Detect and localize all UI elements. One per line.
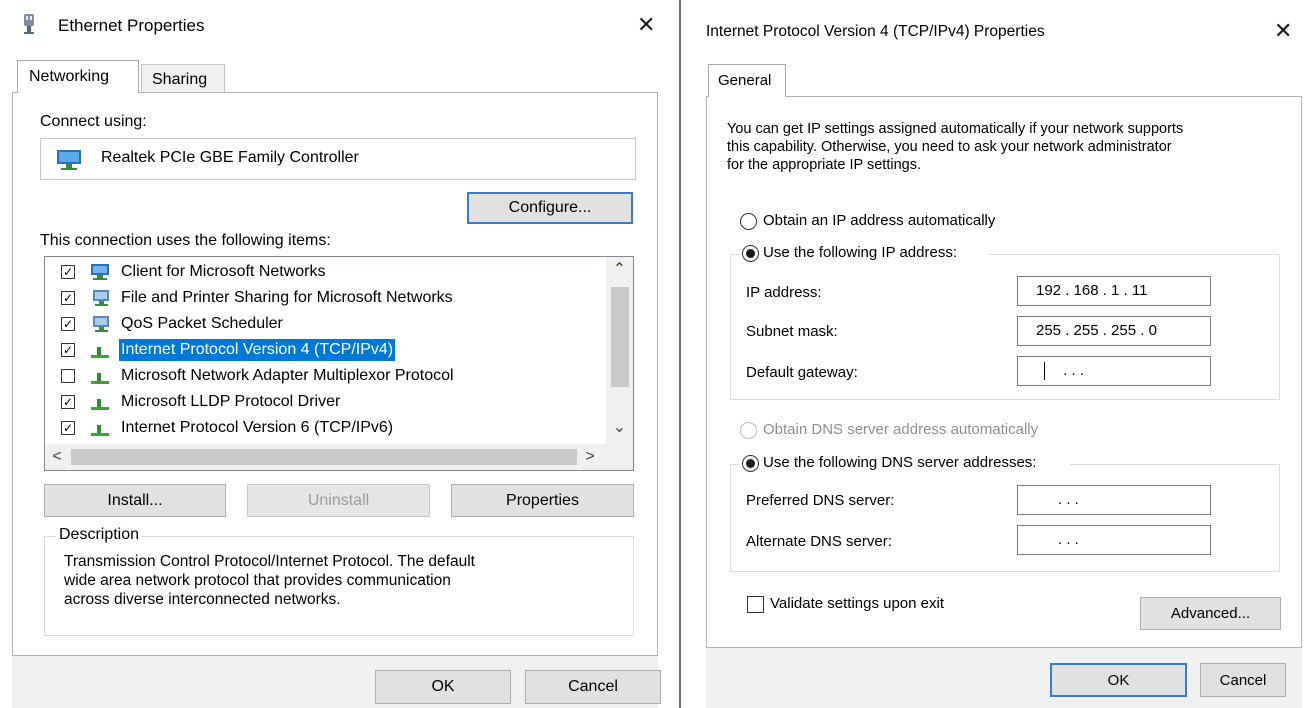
list-item[interactable]: ✓ QoS Packet Scheduler [45, 311, 605, 337]
item-checkbox[interactable] [61, 369, 75, 383]
validate-label: Validate settings upon exit [770, 595, 945, 612]
network-client-icon [91, 264, 109, 280]
use-dns-label: Use the following DNS server addresses: [763, 454, 1037, 471]
ip-address-input[interactable]: 192 . 168 . 1 . 11 [1017, 276, 1211, 306]
cancel-button[interactable]: Cancel [525, 670, 661, 704]
list-item[interactable]: Microsoft Network Adapter Multiplexor Pr… [45, 363, 605, 389]
network-service-icon [93, 316, 109, 332]
uninstall-button[interactable]: Uninstall [247, 484, 430, 517]
close-icon[interactable]: ✕ [1274, 20, 1292, 42]
protocol-icon [91, 373, 109, 384]
ethernet-adapter-icon [24, 14, 34, 34]
install-button[interactable]: Install... [44, 484, 226, 517]
item-label: Microsoft LLDP Protocol Driver [121, 393, 341, 410]
scroll-thumb-vertical[interactable] [611, 287, 629, 387]
description-line-3: across diverse interconnected networks. [64, 591, 341, 608]
ethernet-properties-dialog: Ethernet Properties ✕ Networking Sharing… [0, 0, 676, 708]
description-legend: Description [56, 525, 143, 545]
network-service-icon [93, 290, 109, 306]
item-label: Internet Protocol Version 6 (TCP/IPv6) [121, 419, 394, 436]
item-label: Client for Microsoft Networks [121, 263, 326, 280]
list-item[interactable]: ✓ Client for Microsoft Networks [45, 259, 605, 285]
item-checkbox[interactable]: ✓ [61, 343, 75, 357]
obtain-ip-label: Obtain an IP address automatically [763, 212, 996, 229]
list-item[interactable]: ✓ Microsoft LLDP Protocol Driver [45, 389, 605, 415]
list-item[interactable]: ✓ Internet Protocol Version 4 (TCP/IPv4) [45, 337, 605, 363]
cancel-button[interactable]: Cancel [1200, 663, 1286, 697]
obtain-ip-radio[interactable] [740, 213, 757, 230]
intro-line-3: for the appropriate IP settings. [727, 157, 921, 173]
items-label: This connection uses the following items… [40, 232, 331, 249]
network-adapter-icon [57, 150, 81, 170]
dns-group [730, 464, 1280, 572]
alternate-dns-input[interactable]: . . . [1017, 525, 1211, 555]
preferred-dns-label: Preferred DNS server: [746, 492, 895, 509]
protocol-icon [91, 399, 109, 410]
tab-networking-label: Networking [29, 68, 110, 85]
item-label: QoS Packet Scheduler [121, 315, 283, 332]
dialog-divider [678, 0, 692, 708]
tab-sharing[interactable]: Sharing [141, 64, 225, 92]
use-ip-label: Use the following IP address: [763, 244, 957, 261]
item-checkbox[interactable]: ✓ [61, 265, 75, 279]
scroll-right-icon[interactable]: > [579, 446, 601, 468]
scroll-down-icon[interactable]: ⌄ [606, 417, 633, 439]
preferred-dns-input[interactable]: . . . [1017, 485, 1211, 515]
list-item[interactable]: ✓ File and Printer Sharing for Microsoft … [45, 285, 605, 311]
tab-sharing-label: Sharing [152, 71, 208, 88]
scroll-left-icon[interactable]: < [47, 446, 67, 468]
description-line-1: Transmission Control Protocol/Internet P… [64, 553, 475, 570]
tab-general-label: General [718, 72, 772, 89]
use-ip-radio[interactable] [742, 245, 759, 262]
dialog-title: Ethernet Properties [58, 16, 205, 35]
items-listbox[interactable]: ✓ Client for Microsoft Networks ✓ File and … [44, 256, 634, 471]
use-dns-radio[interactable] [742, 455, 759, 472]
item-checkbox[interactable]: ✓ [61, 317, 75, 331]
ip-address-label: IP address: [746, 284, 822, 301]
alternate-dns-label: Alternate DNS server: [746, 533, 892, 550]
obtain-dns-radio[interactable] [740, 422, 757, 439]
protocol-icon [91, 425, 109, 436]
item-label: Internet Protocol Version 4 (TCP/IPv4) [119, 339, 396, 361]
configure-button[interactable]: Configure... [467, 192, 633, 224]
connect-using-label: Connect using: [40, 113, 147, 130]
tab-networking[interactable]: Networking [17, 60, 139, 93]
dialog-title: Internet Protocol Version 4 (TCP/IPv4) P… [706, 23, 1045, 40]
scroll-up-icon[interactable]: ⌃ [606, 259, 633, 281]
properties-button[interactable]: Properties [451, 484, 634, 517]
obtain-dns-label: Obtain DNS server address automatically [763, 421, 1039, 438]
item-checkbox[interactable]: ✓ [61, 291, 75, 305]
close-icon[interactable]: ✕ [637, 14, 655, 36]
advanced-button[interactable]: Advanced... [1140, 597, 1281, 630]
validate-checkbox[interactable] [747, 596, 764, 613]
item-label: Microsoft Network Adapter Multiplexor Pr… [121, 367, 454, 384]
ok-button[interactable]: OK [375, 670, 511, 704]
vertical-scrollbar[interactable]: ⌃ ⌄ [606, 257, 633, 444]
adapter-name: Realtek PCIe GBE Family Controller [101, 149, 359, 166]
ipv4-properties-dialog: Internet Protocol Version 4 (TCP/IPv4) P… [696, 0, 1312, 708]
description-line-2: wide area network protocol that provides… [64, 572, 451, 589]
subnet-mask-label: Subnet mask: [746, 323, 838, 340]
text-caret [1044, 362, 1045, 381]
intro-line-2: this capability. Otherwise, you need to … [727, 139, 1172, 155]
subnet-mask-input[interactable]: 255 . 255 . 255 . 0 [1017, 316, 1211, 346]
adapter-field: Realtek PCIe GBE Family Controller [40, 138, 636, 180]
tab-general[interactable]: General [708, 64, 786, 97]
list-item[interactable]: ✓ Internet Protocol Version 6 (TCP/IPv6) [45, 415, 605, 441]
gateway-label: Default gateway: [746, 364, 858, 381]
item-label: File and Printer Sharing for Microsoft N… [121, 289, 453, 306]
horizontal-scrollbar[interactable]: < > [45, 444, 633, 470]
scroll-thumb-horizontal[interactable] [71, 449, 577, 465]
ok-button[interactable]: OK [1050, 663, 1187, 697]
gateway-input[interactable]: . . . [1017, 356, 1211, 386]
gateway-value: . . . [1059, 362, 1085, 379]
item-checkbox[interactable]: ✓ [61, 395, 75, 409]
intro-line-1: You can get IP settings assigned automat… [727, 121, 1184, 137]
protocol-icon [91, 347, 109, 358]
item-checkbox[interactable]: ✓ [61, 421, 75, 435]
